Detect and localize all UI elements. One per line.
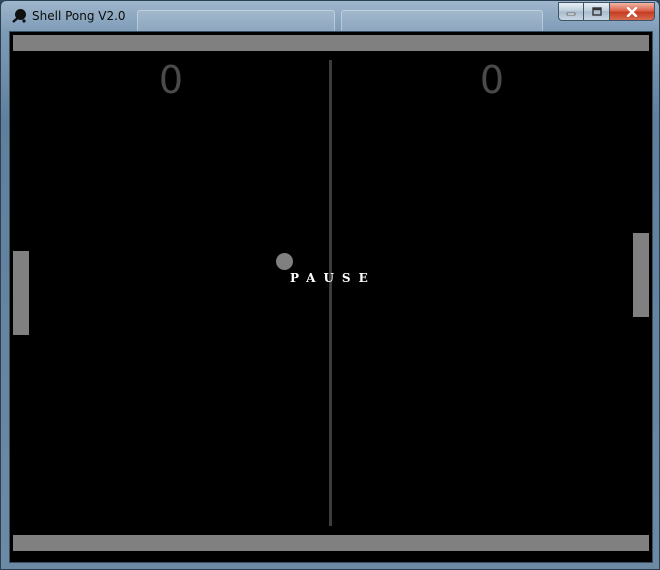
caption-buttons <box>558 2 655 21</box>
window-title: Shell Pong V2.0 <box>32 9 126 23</box>
maximize-icon <box>591 7 602 16</box>
left-player-score: 0 <box>158 58 184 102</box>
bottom-wall <box>13 535 649 551</box>
center-net <box>329 60 332 526</box>
game-board[interactable]: 0 0 PAUSE <box>9 31 653 563</box>
app-window: Shell Pong V2.0 0 0 PAUSE <box>0 0 660 570</box>
maximize-button[interactable] <box>584 2 610 21</box>
ping-pong-paddle-icon <box>12 9 26 23</box>
right-paddle <box>633 233 649 317</box>
close-button[interactable] <box>610 2 655 21</box>
ball <box>276 253 293 270</box>
title-bar[interactable]: Shell Pong V2.0 <box>1 1 659 34</box>
right-player-score: 0 <box>479 58 505 102</box>
minimize-icon <box>566 12 576 15</box>
left-paddle <box>13 251 29 335</box>
close-icon <box>626 6 638 17</box>
pause-status-text: PAUSE <box>290 271 376 285</box>
minimize-button[interactable] <box>558 2 584 21</box>
top-wall <box>13 35 649 51</box>
